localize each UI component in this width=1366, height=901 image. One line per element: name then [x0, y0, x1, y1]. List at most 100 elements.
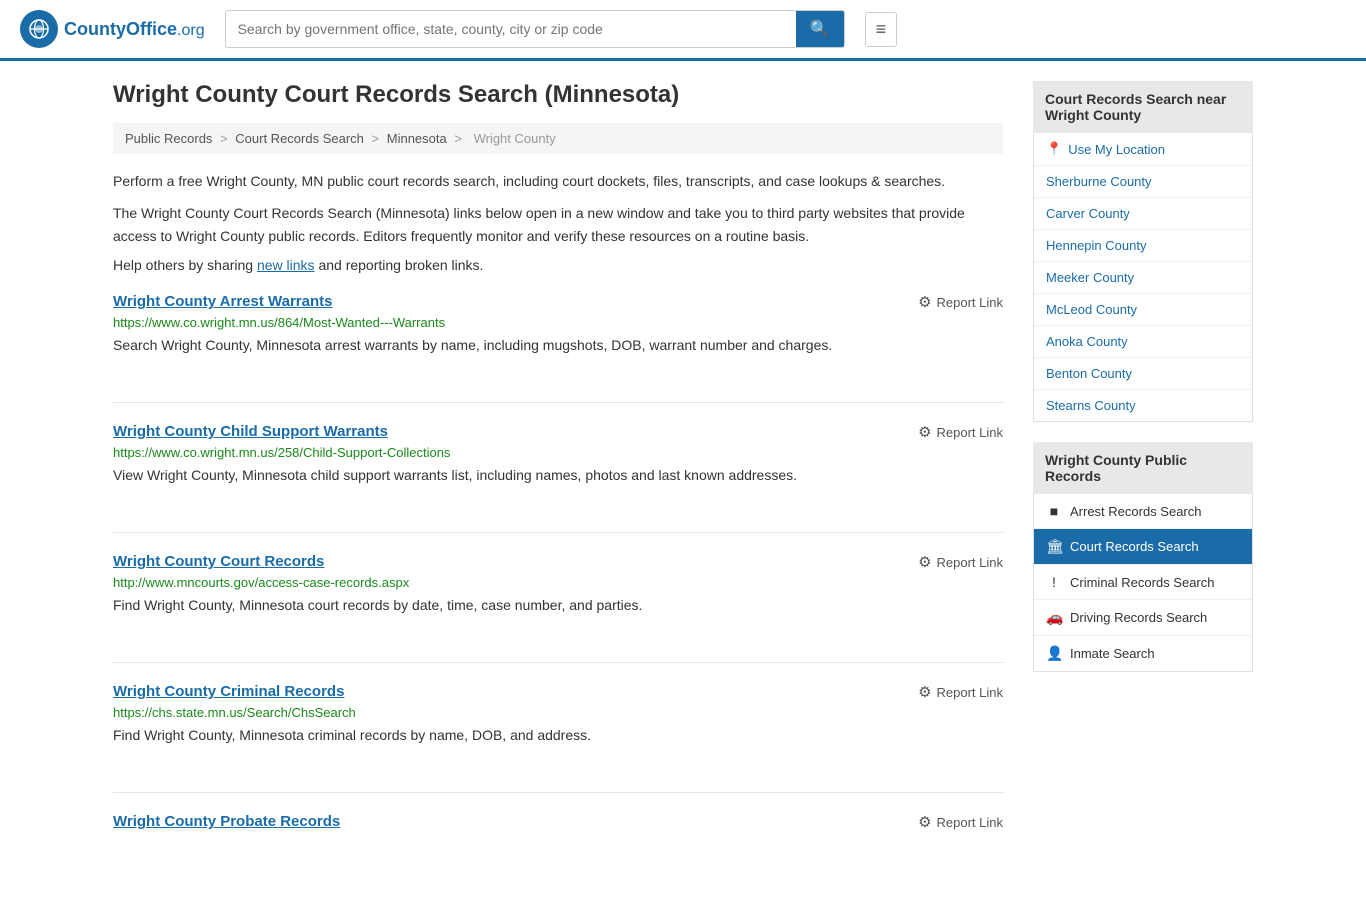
record-item: Wright County Arrest Warrants ⚙ Report L… [113, 293, 1003, 376]
search-bar: 🔍 [225, 10, 845, 48]
report-link-0[interactable]: ⚙ Report Link [918, 293, 1003, 311]
record-title[interactable]: Wright County Child Support Warrants [113, 423, 388, 440]
public-record-link[interactable]: ■ Arrest Records Search [1034, 494, 1252, 528]
hamburger-menu-button[interactable]: ≡ [865, 12, 898, 47]
site-logo[interactable]: CountyOffice.org [20, 10, 205, 48]
record-header: Wright County Child Support Warrants ⚙ R… [113, 423, 1003, 441]
intro-text-1: Perform a free Wright County, MN public … [113, 170, 1003, 192]
public-records-section: Wright County Public Records ■ Arrest Rec… [1033, 442, 1253, 672]
public-record-link[interactable]: 🏛 Court Records Search [1034, 529, 1252, 564]
public-record-item: 🚗 Driving Records Search [1034, 600, 1252, 636]
record-title[interactable]: Wright County Probate Records [113, 813, 340, 830]
records-container: Wright County Arrest Warrants ⚙ Report L… [113, 293, 1003, 855]
use-location-label: Use My Location [1068, 142, 1165, 157]
record-url[interactable]: https://www.co.wright.mn.us/864/Most-Wan… [113, 315, 1003, 330]
record-item: Wright County Court Records ⚙ Report Lin… [113, 553, 1003, 636]
breadcrumb-court-records-search[interactable]: Court Records Search [235, 131, 364, 146]
record-header: Wright County Court Records ⚙ Report Lin… [113, 553, 1003, 571]
use-location-link[interactable]: 📍 Use My Location [1033, 133, 1253, 166]
nearby-county-item: Meeker County [1034, 262, 1252, 294]
record-title[interactable]: Wright County Court Records [113, 553, 324, 570]
new-links-link[interactable]: new links [257, 257, 315, 273]
public-records-header: Wright County Public Records [1033, 442, 1253, 494]
record-item: Wright County Probate Records ⚙ Report L… [113, 813, 1003, 855]
report-icon: ⚙ [918, 293, 931, 311]
nearby-county-link[interactable]: Meeker County [1034, 262, 1252, 293]
record-header: Wright County Probate Records ⚙ Report L… [113, 813, 1003, 831]
public-record-icon: 🏛 [1046, 538, 1062, 555]
record-description: Search Wright County, Minnesota arrest w… [113, 335, 1003, 356]
nearby-county-link[interactable]: Benton County [1034, 358, 1252, 389]
public-record-label: Criminal Records Search [1070, 575, 1215, 590]
divider [113, 532, 1003, 533]
nearby-county-link[interactable]: Stearns County [1034, 390, 1252, 421]
public-record-item: 👤 Inmate Search [1034, 636, 1252, 671]
public-record-label: Court Records Search [1070, 539, 1199, 554]
record-header: Wright County Criminal Records ⚙ Report … [113, 683, 1003, 701]
breadcrumb-sep-2: > [372, 131, 383, 146]
nearby-county-item: Carver County [1034, 198, 1252, 230]
location-pin-icon: 📍 [1046, 141, 1062, 157]
record-url[interactable]: https://www.co.wright.mn.us/258/Child-Su… [113, 445, 1003, 460]
search-input[interactable] [226, 13, 796, 45]
nearby-county-link[interactable]: Sherburne County [1034, 166, 1252, 197]
report-link-4[interactable]: ⚙ Report Link [918, 813, 1003, 831]
logo-icon [20, 10, 58, 48]
public-record-item: ■ Arrest Records Search [1034, 494, 1252, 529]
search-icon: 🔍 [810, 21, 830, 38]
report-icon: ⚙ [918, 683, 931, 701]
nearby-header: Court Records Search near Wright County [1033, 81, 1253, 133]
public-record-label: Arrest Records Search [1070, 504, 1202, 519]
nearby-county-link[interactable]: Carver County [1034, 198, 1252, 229]
nearby-county-link[interactable]: Anoka County [1034, 326, 1252, 357]
record-header: Wright County Arrest Warrants ⚙ Report L… [113, 293, 1003, 311]
record-url[interactable]: http://www.mncourts.gov/access-case-reco… [113, 575, 1003, 590]
page-title: Wright County Court Records Search (Minn… [113, 81, 1003, 109]
divider [113, 402, 1003, 403]
public-record-label: Driving Records Search [1070, 610, 1207, 625]
public-record-icon: ■ [1046, 503, 1062, 519]
nearby-county-link[interactable]: Hennepin County [1034, 230, 1252, 261]
nearby-county-item: McLeod County [1034, 294, 1252, 326]
divider [113, 662, 1003, 663]
hamburger-icon: ≡ [876, 19, 887, 39]
sidebar: Court Records Search near Wright County … [1033, 81, 1253, 881]
report-icon: ⚙ [918, 553, 931, 571]
breadcrumb-public-records[interactable]: Public Records [125, 131, 212, 146]
nearby-county-item: Benton County [1034, 358, 1252, 390]
main-container: Wright County Court Records Search (Minn… [93, 61, 1273, 901]
breadcrumb-sep-3: > [454, 131, 465, 146]
share-text: Help others by sharing new links and rep… [113, 257, 1003, 273]
public-record-label: Inmate Search [1070, 646, 1155, 661]
report-icon: ⚙ [918, 423, 931, 441]
public-record-item: 🏛 Court Records Search [1034, 529, 1252, 565]
breadcrumb: Public Records > Court Records Search > … [113, 123, 1003, 154]
nearby-county-item: Anoka County [1034, 326, 1252, 358]
intro-text-2: The Wright County Court Records Search (… [113, 202, 1003, 247]
public-record-icon: 🚗 [1046, 609, 1062, 626]
nearby-section: Court Records Search near Wright County … [1033, 81, 1253, 422]
public-record-link[interactable]: 👤 Inmate Search [1034, 636, 1252, 671]
record-description: Find Wright County, Minnesota court reco… [113, 595, 1003, 616]
breadcrumb-sep-1: > [220, 131, 231, 146]
report-link-3[interactable]: ⚙ Report Link [918, 683, 1003, 701]
report-link-2[interactable]: ⚙ Report Link [918, 553, 1003, 571]
public-record-link[interactable]: ! Criminal Records Search [1034, 565, 1252, 599]
search-button[interactable]: 🔍 [796, 11, 844, 47]
public-record-icon: ! [1046, 574, 1062, 590]
divider [113, 792, 1003, 793]
nearby-county-link[interactable]: McLeod County [1034, 294, 1252, 325]
nearby-county-item: Hennepin County [1034, 230, 1252, 262]
public-record-item: ! Criminal Records Search [1034, 565, 1252, 600]
public-record-link[interactable]: 🚗 Driving Records Search [1034, 600, 1252, 635]
record-description: Find Wright County, Minnesota criminal r… [113, 725, 1003, 746]
site-header: CountyOffice.org 🔍 ≡ [0, 0, 1366, 61]
report-link-1[interactable]: ⚙ Report Link [918, 423, 1003, 441]
nearby-county-item: Stearns County [1034, 390, 1252, 421]
record-title[interactable]: Wright County Arrest Warrants [113, 293, 332, 310]
public-record-icon: 👤 [1046, 645, 1062, 662]
breadcrumb-minnesota[interactable]: Minnesota [387, 131, 447, 146]
record-title[interactable]: Wright County Criminal Records [113, 683, 344, 700]
logo-name: CountyOffice.org [64, 19, 205, 40]
record-url[interactable]: https://chs.state.mn.us/Search/ChsSearch [113, 705, 1003, 720]
